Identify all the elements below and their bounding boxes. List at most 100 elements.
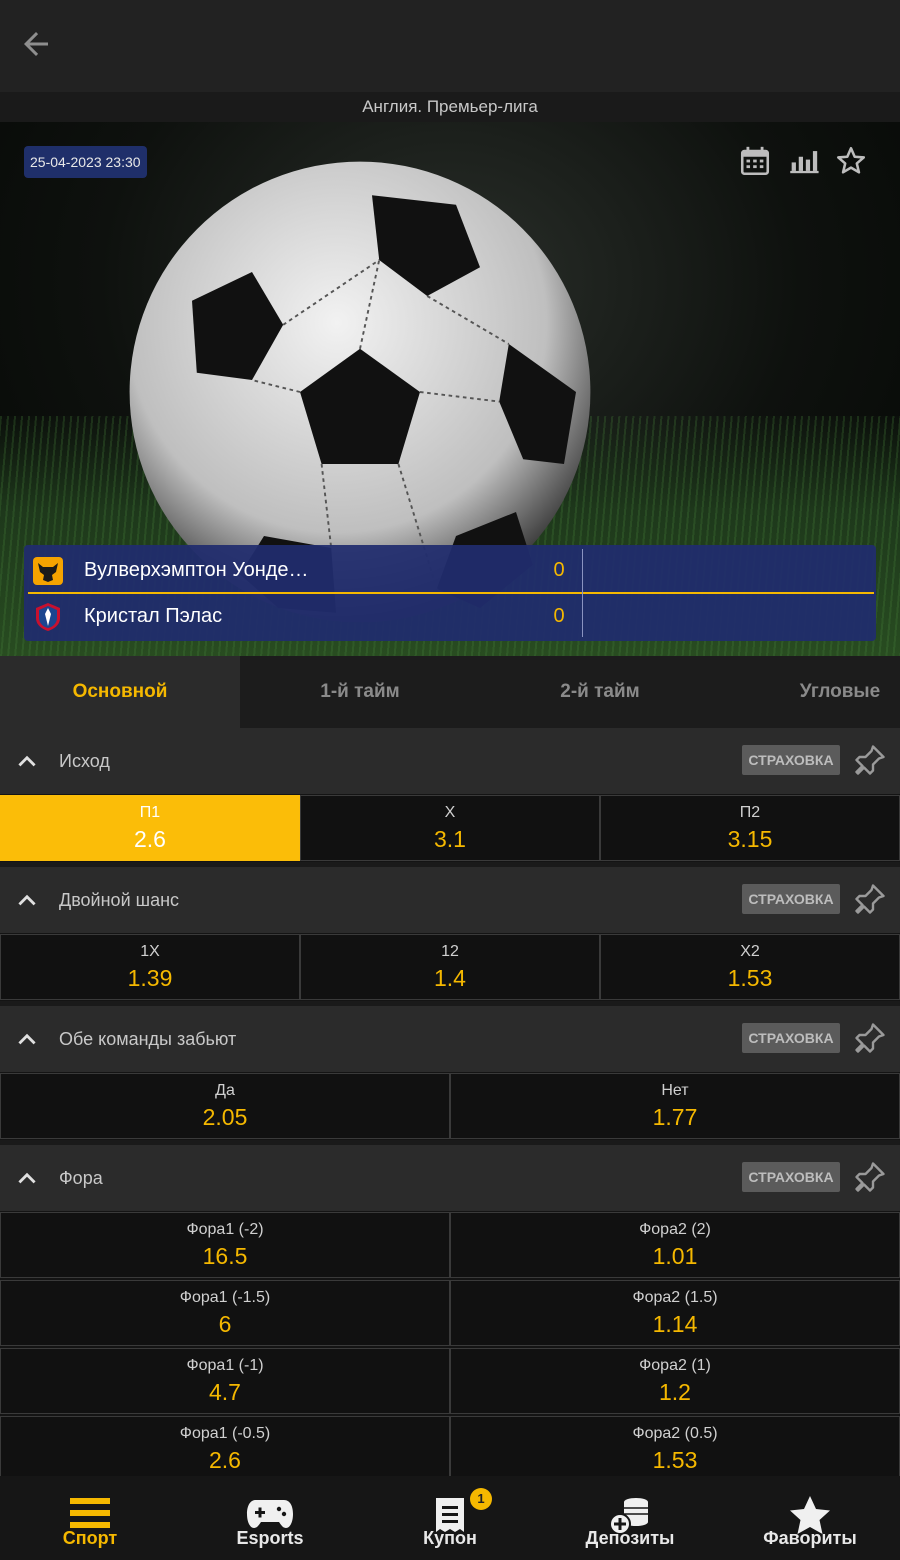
odd-label: Х [444,804,456,821]
nav-deposits[interactable]: Депозиты [540,1476,720,1560]
odd-label: Х2 [740,943,760,960]
favorite-star-icon[interactable] [834,144,868,178]
odds-row: Фора1 (-0.5) 2.6 Фора2 (0.5) 1.53 [0,1415,900,1483]
chevron-up-icon[interactable] [14,887,40,913]
tab-first-half[interactable]: 1-й тайм [240,656,480,728]
chevron-up-icon[interactable] [14,1026,40,1052]
crystal-palace-logo-icon [36,603,60,631]
nav-label: Esports [236,1528,304,1548]
odd-value: 2.05 [202,1104,248,1130]
odd-label: Фора2 (1) [639,1357,711,1374]
odd-label: Фора1 (-1) [186,1357,264,1374]
odd-label: П2 [739,804,761,821]
odd-cell-12[interactable]: 12 1.4 [300,934,600,1000]
coupon-count-badge: 1 [470,1488,492,1510]
nav-sport[interactable]: Спорт [0,1476,180,1560]
odd-cell-handicap1[interactable]: Фора1 (-2) 16.5 [0,1212,450,1278]
tab-second-half[interactable]: 2-й тайм [480,656,720,728]
nav-favorites[interactable]: Фавориты [720,1476,900,1560]
odd-cell-handicap1[interactable]: Фора1 (-1) 4.7 [0,1348,450,1414]
odd-value: 1.01 [652,1243,698,1269]
pin-icon[interactable] [852,1020,888,1056]
nav-label: Депозиты [585,1528,675,1548]
pin-icon[interactable] [852,881,888,917]
bottom-navigation: Спорт Esports 1 Купон Депозиты Фавориты [0,1476,900,1560]
insurance-button[interactable]: СТРАХОВКА [742,884,840,914]
event-datetime: 25-04-2023 23:30 [24,146,147,178]
market-title: Фора [59,1168,103,1188]
nav-coupon[interactable]: 1 Купон [360,1476,540,1560]
odd-value: 2.6 [134,826,166,852]
odd-value: 1.53 [727,965,773,991]
odd-label: 1Х [140,943,160,960]
team-row-away: Кристал Пэлас 0 [24,593,584,639]
market-header-outcome[interactable]: Исход СТРАХОВКА [0,728,900,794]
market-header-both-score[interactable]: Обе команды забьют СТРАХОВКА [0,1006,900,1072]
odd-cell-p2[interactable]: П2 3.15 [600,795,900,861]
tab-main[interactable]: Основной [0,656,240,728]
odds-row: Да 2.05 Нет 1.77 [0,1072,900,1140]
scoreboard-divider [28,592,874,594]
odd-value: 6 [218,1311,232,1337]
odd-label: Нет [661,1082,689,1099]
pin-icon[interactable] [852,742,888,778]
odd-label: Фора1 (-2) [186,1221,264,1238]
chevron-up-icon[interactable] [14,748,40,774]
back-arrow-icon[interactable] [18,26,54,62]
odd-value: 3.1 [434,826,466,852]
insurance-button[interactable]: СТРАХОВКА [742,1023,840,1053]
odd-cell-p1[interactable]: П1 2.6 [0,795,300,861]
wolves-logo-icon [33,557,63,585]
odds-row: Фора1 (-2) 16.5 Фора2 (2) 1.01 [0,1211,900,1279]
odd-label: Фора1 (-0.5) [179,1425,271,1442]
team-name-away: Кристал Пэлас [84,605,223,627]
odd-label: Фора2 (2) [639,1221,711,1238]
odd-label: Фора2 (1.5) [632,1289,718,1306]
odd-value: 1.14 [652,1311,698,1337]
odd-label: П1 [139,804,161,821]
odd-cell-handicap2[interactable]: Фора2 (1.5) 1.14 [450,1280,900,1346]
insurance-button[interactable]: СТРАХОВКА [742,745,840,775]
odd-cell-x[interactable]: Х 3.1 [300,795,600,861]
odd-cell-handicap1[interactable]: Фора1 (-1.5) 6 [0,1280,450,1346]
calendar-icon[interactable] [738,144,772,178]
odd-cell-no[interactable]: Нет 1.77 [450,1073,900,1139]
nav-esports[interactable]: Esports [180,1476,360,1560]
odd-cell-x2[interactable]: Х2 1.53 [600,934,900,1000]
market-title: Двойной шанс [59,890,180,910]
odd-label: Фора1 (-1.5) [179,1289,271,1306]
odd-value: 3.15 [727,826,773,852]
league-title: Англия. Премьер-лига [0,92,900,122]
odd-label: Фора2 (0.5) [632,1425,718,1442]
odd-cell-1x[interactable]: 1Х 1.39 [0,934,300,1000]
team-row-home: Вулверхэмптон Уонде… 0 [24,547,584,593]
odd-value: 1.39 [127,965,173,991]
nav-label: Фавориты [763,1528,857,1548]
market-tabs: Основной 1-й тайм 2-й тайм Угловые [0,656,900,728]
odd-cell-yes[interactable]: Да 2.05 [0,1073,450,1139]
odd-cell-handicap2[interactable]: Фора2 (0.5) 1.53 [450,1416,900,1482]
odds-row: Фора1 (-1.5) 6 Фора2 (1.5) 1.14 [0,1279,900,1347]
top-bar [0,0,900,92]
scoreboard-column-divider [582,549,583,637]
statistics-icon[interactable] [786,144,820,178]
odd-cell-handicap2[interactable]: Фора2 (2) 1.01 [450,1212,900,1278]
nav-label: Спорт [62,1528,118,1548]
market-header-handicap[interactable]: Фора СТРАХОВКА [0,1145,900,1211]
event-hero: 25-04-2023 23:30 Вулверхэмптон Уонде… 0 [0,122,900,656]
odd-value: 2.6 [209,1447,241,1473]
odd-cell-handicap1[interactable]: Фора1 (-0.5) 2.6 [0,1416,450,1482]
odd-cell-handicap2[interactable]: Фора2 (1) 1.2 [450,1348,900,1414]
odd-label: Да [215,1082,235,1099]
odd-value: 4.7 [209,1379,241,1405]
odd-value: 16.5 [202,1243,248,1269]
market-header-double-chance[interactable]: Двойной шанс СТРАХОВКА [0,867,900,933]
chevron-up-icon[interactable] [14,1165,40,1191]
team-name-home: Вулверхэмптон Уонде… [84,559,309,581]
tab-corners[interactable]: Угловые [720,656,900,728]
team-score-away: 0 [553,605,565,627]
scoreboard: Вулверхэмптон Уонде… 0 Кристал Пэлас 0 [24,545,876,641]
pin-icon[interactable] [852,1159,888,1195]
odd-label: 12 [441,943,459,960]
insurance-button[interactable]: СТРАХОВКА [742,1162,840,1192]
